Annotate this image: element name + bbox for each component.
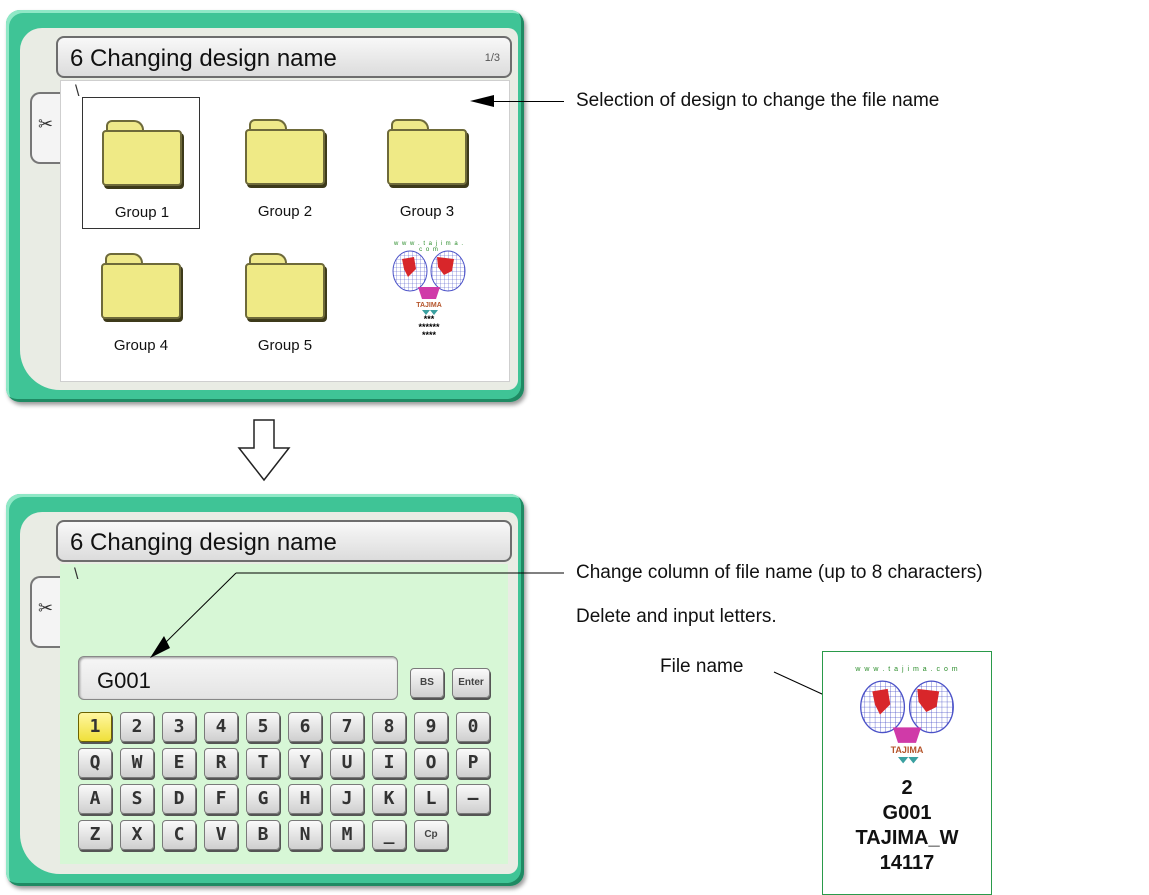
note-delete-input: Delete and input letters. [576, 606, 777, 627]
design-info-text: 2 G001 TAJIMA_W 14117 [823, 776, 991, 876]
design-stitch-count: 14117 [879, 852, 935, 874]
note-file-name: File name [660, 656, 744, 677]
design-url: w w w . t a j i m a . c o m [855, 666, 959, 673]
design-machine: TAJIMA_W [855, 827, 959, 849]
design-file-name: G001 [882, 802, 932, 824]
tajima-logo-icon: TAJIMA [860, 680, 954, 764]
svg-text:TAJIMA: TAJIMA [891, 745, 924, 755]
design-number: 2 [901, 777, 913, 799]
note-change-column: Change column of file name (up to 8 char… [576, 562, 983, 583]
design-file-card: w w w . t a j i m a . c o m TAJIMA 2 G00… [822, 651, 992, 895]
